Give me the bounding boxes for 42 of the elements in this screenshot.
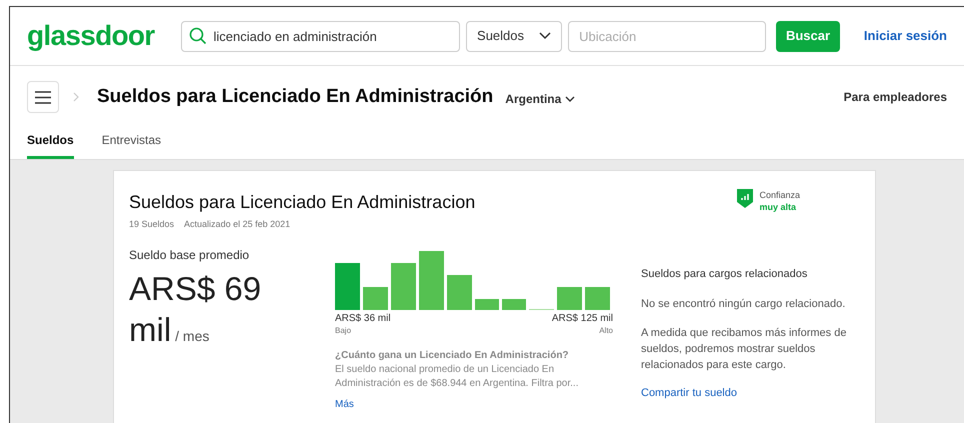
low-salary: ARS$ 36 mil (335, 312, 391, 324)
histogram-bar (557, 286, 582, 310)
search-icon (188, 26, 207, 44)
salary-count: 19 Sueldos (129, 218, 174, 231)
high-label: Alto (599, 324, 613, 336)
histogram-bar (502, 298, 526, 310)
average-salary: ARS$ 69 mil/ mes (129, 272, 262, 350)
histogram-bar (585, 286, 610, 310)
histogram-bar (419, 250, 444, 310)
updated-date: Actualizado el 25 feb 2021 (184, 218, 290, 231)
chevron-down-icon (539, 32, 552, 40)
employers-link[interactable]: Para empleadores (844, 88, 947, 106)
more-link[interactable]: Más (335, 398, 354, 410)
no-related-message: No se encontró ningún cargo relacionado. (641, 297, 846, 312)
related-note: A medida que recibamos más informes de sueldos, podremos mostrar sueldos relacionados para este cargo. (641, 326, 848, 372)
histogram-bar (447, 274, 472, 310)
low-label: Bajo (335, 324, 352, 336)
chevron-right-icon (73, 92, 79, 102)
base-salary-label: Sueldo base promedio (129, 246, 250, 264)
location-field[interactable]: Ubicación (568, 20, 766, 52)
confidence-shield-icon (737, 189, 754, 208)
search-field[interactable]: licenciado en administración (180, 20, 460, 52)
card-title: Sueldos para Licenciado En Administracion (129, 191, 476, 214)
confidence-value: muy alta (759, 201, 797, 213)
related-title: Sueldos para cargos relacionados (641, 266, 808, 282)
menu-icon (35, 90, 51, 104)
histogram-bar (391, 262, 416, 310)
histogram-bar (363, 286, 388, 310)
category-dropdown[interactable]: Sueldos (466, 20, 562, 52)
high-salary: ARS$ 125 mil (552, 312, 613, 324)
country-selector[interactable]: Argentina (505, 90, 576, 108)
question-heading: ¿Cuánto gana un Licenciado En Administración? (335, 348, 570, 362)
menu-button[interactable] (27, 81, 59, 113)
histogram-bar (335, 262, 360, 310)
chevron-down-icon (565, 96, 576, 102)
tab[interactable]: Entrevistas (102, 123, 162, 159)
salary-description: El sueldo nacional promedio de un Licenciado En Administración es de $68.944 en Argentina. Filtra por... (335, 362, 580, 390)
histogram-bar (475, 298, 499, 310)
sign-in-link[interactable]: Iniciar sesión (864, 26, 947, 46)
share-salary-link[interactable]: Compartir tu sueldo (641, 384, 856, 401)
confidence-label: Confianza (759, 189, 800, 201)
page-title: Sueldos para Licenciado En Administración (97, 84, 494, 109)
